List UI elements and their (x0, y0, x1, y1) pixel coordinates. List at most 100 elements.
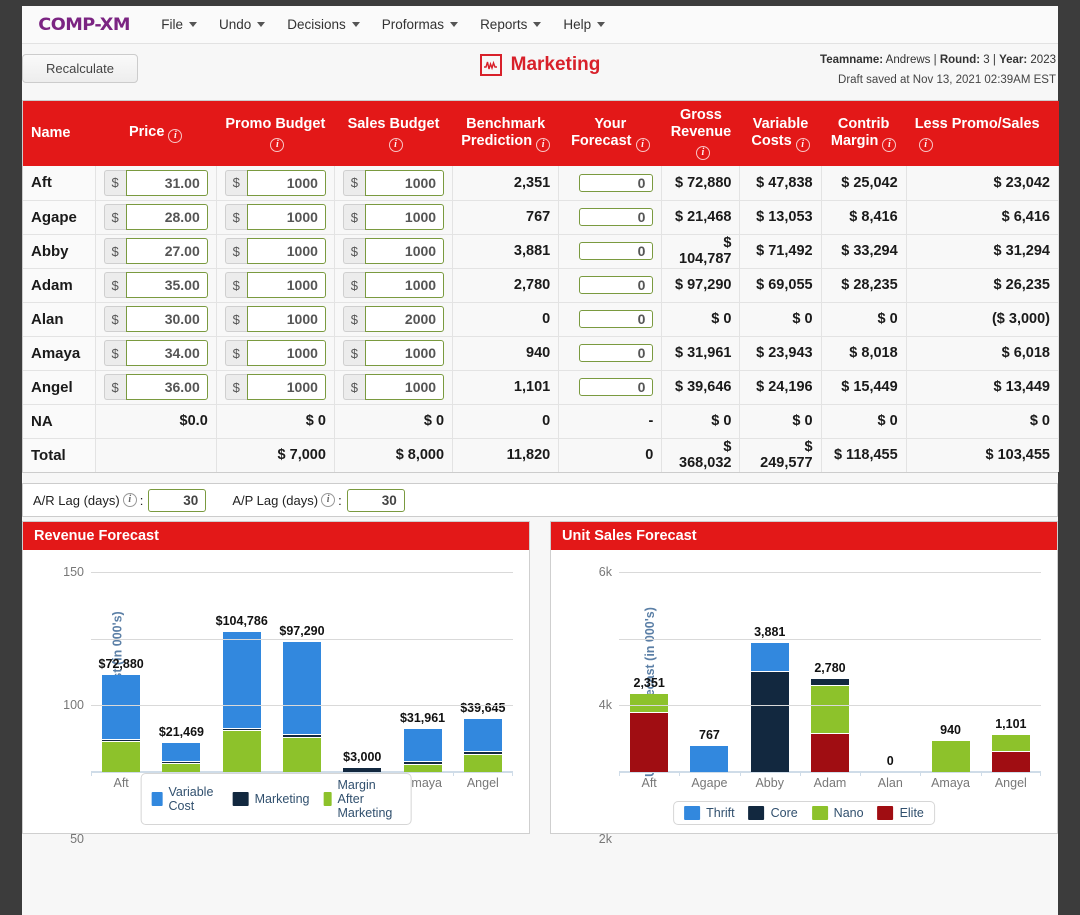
col-header-variable-costs[interactable]: Variable Costs i (739, 101, 822, 166)
bar-segment-margin-after-marketing (403, 763, 442, 772)
ap-lag-input[interactable] (346, 488, 405, 512)
legend-label: Variable Cost (168, 785, 214, 813)
bar-column[interactable]: 1,101 (980, 572, 1042, 776)
y-axis-tick: 100 (63, 698, 84, 713)
your-forecast-input-agape[interactable] (579, 208, 654, 226)
row-name: Angel (23, 370, 96, 405)
sales-budget-input-amaya[interactable] (364, 340, 445, 366)
promo-budget-input-abby[interactable] (246, 238, 326, 264)
price-input-alan[interactable] (125, 306, 208, 332)
cell: 1,101 (452, 370, 560, 405)
your-forecast-input-angel[interactable] (579, 378, 654, 396)
info-icon[interactable]: i (122, 493, 137, 507)
col-header-your-forecast[interactable]: Your Forecast i (558, 101, 663, 166)
compxm-logo[interactable]: COMP-XM (38, 15, 130, 35)
year-value: 2023 (1030, 54, 1056, 66)
price-input-abby[interactable] (125, 238, 208, 264)
price-input-adam[interactable] (125, 272, 208, 298)
bar-column[interactable]: $39,645 (452, 572, 514, 776)
info-icon[interactable]: i (321, 493, 336, 507)
price-cell: $ (95, 234, 217, 269)
sales-budget-input-angel[interactable] (364, 374, 445, 400)
col-header-price[interactable]: Price i (95, 101, 217, 166)
bar-column[interactable]: $21,469 (151, 572, 211, 776)
bar-column[interactable]: $3,000 (332, 572, 392, 776)
price-input-amaya[interactable] (125, 340, 208, 366)
menu-file[interactable]: File (150, 13, 208, 36)
price-cell: $ (95, 166, 217, 201)
your-forecast-input-abby[interactable] (579, 242, 654, 260)
menu-decisions[interactable]: Decisions (276, 13, 371, 36)
sales-budget-input-alan[interactable] (364, 306, 445, 332)
legend-item-variable-cost[interactable]: Variable Cost (151, 785, 219, 813)
your-forecast-input-amaya[interactable] (579, 344, 654, 362)
menu-reports[interactable]: Reports (469, 13, 552, 36)
legend-item-marketing[interactable]: Marketing (232, 792, 309, 806)
info-icon[interactable]: i (270, 137, 285, 152)
sales-budget-input-agape[interactable] (364, 204, 445, 230)
bar-column[interactable]: 3,881 (739, 572, 800, 776)
legend-item-thrift[interactable]: Thrift (684, 806, 735, 820)
info-icon[interactable]: i (695, 146, 710, 160)
menu-undo[interactable]: Undo (208, 13, 276, 36)
bar-column[interactable]: $72,880 (91, 572, 151, 776)
promo-budget-input-aft[interactable] (246, 169, 326, 196)
info-icon[interactable]: i (918, 137, 933, 152)
col-header-gross-revenue[interactable]: Gross Revenue i (661, 101, 741, 166)
info-icon[interactable]: i (795, 137, 810, 152)
your-forecast-input-aft[interactable] (579, 173, 654, 192)
sales-budget-input-aft[interactable] (364, 169, 445, 196)
promo-budget-input-agape[interactable] (246, 204, 326, 230)
bar-segment-thrift (750, 642, 789, 672)
col-header-name[interactable]: Name (23, 101, 96, 166)
price-input-angel[interactable] (125, 374, 208, 400)
dollar-prefix: $ (342, 340, 365, 366)
bar-stack: 940 (931, 723, 970, 772)
ar-lag-input[interactable] (148, 488, 207, 512)
col-header-promo-budget[interactable]: Promo Budget i (216, 101, 335, 166)
promo-budget-input-amaya[interactable] (246, 340, 326, 366)
bar-column[interactable]: 940 (920, 572, 980, 776)
promo-budget-input-angel[interactable] (246, 374, 326, 400)
ap-lag-label: A/P Lag (days) (232, 492, 319, 508)
info-icon[interactable]: i (536, 137, 551, 152)
cell: 0 (452, 404, 560, 439)
legend-item-elite[interactable]: Elite (877, 806, 924, 820)
col-header-contrib-margin[interactable]: Contrib Margin i (821, 101, 907, 166)
cell: $ 0 (821, 302, 907, 337)
bar-column[interactable]: $104,786 (211, 572, 272, 776)
info-icon[interactable]: i (882, 137, 897, 152)
sales-budget-input-abby[interactable] (364, 238, 445, 264)
bar-column[interactable]: 2,780 (799, 572, 860, 776)
your-forecast-input-alan[interactable] (579, 310, 654, 328)
info-icon[interactable]: i (635, 137, 650, 152)
dollar-prefix: $ (342, 272, 365, 298)
info-icon[interactable]: i (168, 129, 183, 143)
left-gutter (0, 0, 22, 915)
legend-item-margin-after-marketing[interactable]: Margin After Marketing (323, 778, 400, 820)
sales-budget-input-adam[interactable] (364, 272, 445, 298)
menu-help[interactable]: Help (552, 13, 616, 36)
bar-column[interactable]: 767 (679, 572, 739, 776)
col-header-sales-budget[interactable]: Sales Budget i (334, 101, 454, 166)
revenue-forecast-title: Revenue Forecast (23, 522, 529, 550)
bar-column[interactable]: 2,351 (619, 572, 679, 776)
price-input-agape[interactable] (125, 204, 208, 230)
promo-budget-input-adam[interactable] (246, 272, 326, 298)
bar-column[interactable]: $31,961 (392, 572, 452, 776)
your-forecast-input-adam[interactable] (579, 276, 654, 294)
menu-proformas[interactable]: Proformas (371, 13, 469, 36)
col-header-benchmark-prediction[interactable]: Benchmark Prediction i (452, 101, 560, 166)
bar-column[interactable]: 0 (860, 572, 920, 776)
menu-decisions-label: Decisions (287, 17, 346, 32)
bar-column[interactable]: $97,290 (271, 572, 332, 776)
legend-item-nano[interactable]: Nano (811, 806, 864, 820)
legend-item-core[interactable]: Core (748, 806, 798, 820)
info-icon[interactable]: i (388, 137, 403, 152)
price-input-aft[interactable] (125, 169, 208, 196)
table-row: Angel $ $ $1,101 $ 39,646$ 24,196$ 15,449$ 1… (23, 370, 1060, 405)
col-label: Price (128, 124, 165, 140)
promo-budget-input-alan[interactable] (246, 306, 326, 332)
cell: $ 0 (739, 404, 822, 439)
col-header-less-promo-sales[interactable]: Less Promo/Sales i (906, 101, 1060, 166)
